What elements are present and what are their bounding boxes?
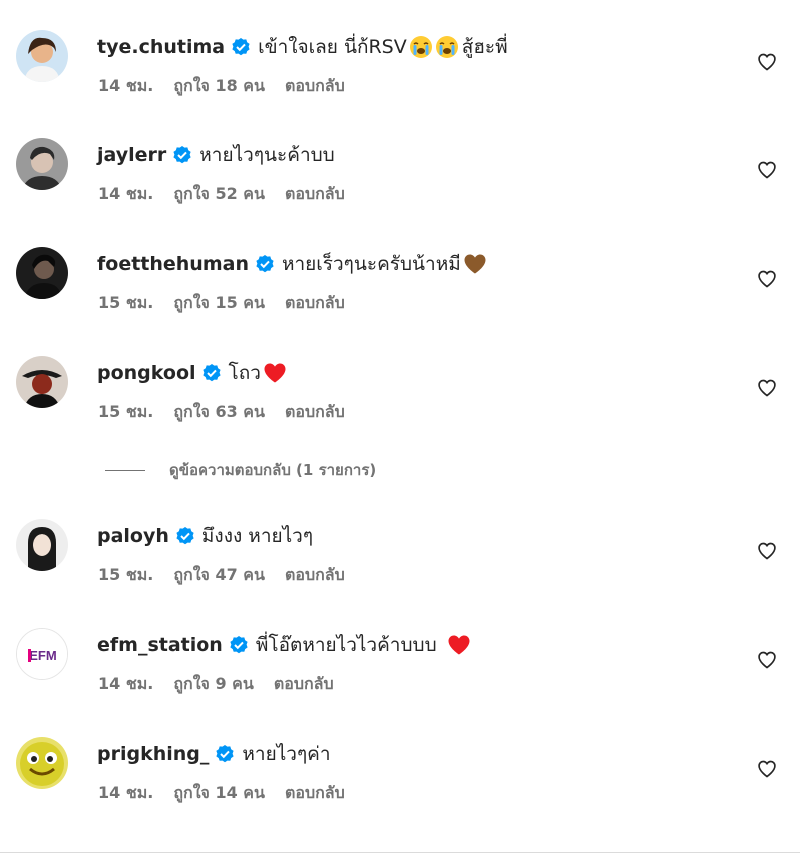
comment-meta: 14 ชม. ถูกใจ 18 คน ตอบกลับ (98, 74, 345, 99)
like-heart-icon[interactable] (757, 160, 777, 180)
comment-item: prigkhing_ หายไวๆค่า 14 ชม. ถูกใจ 14 คน … (0, 737, 800, 817)
verified-badge-icon (255, 254, 275, 274)
verified-badge-icon (202, 363, 222, 383)
comment-text: โถว (228, 362, 261, 384)
comment-text: หายไวๆค่า (242, 743, 331, 765)
comment-text: มึงงง หายไวๆ (201, 525, 314, 547)
comment-text: พี่โอ๊ตหายไวไวค้าบบบ (255, 634, 437, 656)
view-replies-line (105, 469, 145, 471)
comment-meta: 15 ชม. ถูกใจ 15 คน ตอบกลับ (98, 291, 345, 316)
comment-username[interactable]: tye.chutima (97, 32, 225, 62)
efm-logo-text: EFM (29, 648, 56, 663)
loudly-crying-face-emoji (409, 35, 433, 59)
comment-username[interactable]: paloyh (97, 521, 169, 551)
like-heart-icon[interactable] (757, 650, 777, 670)
comment-time[interactable]: 14 ชม. (98, 74, 153, 99)
comment-username[interactable]: jaylerr (97, 140, 166, 170)
comment-item: EFM efm_station พี่โอ๊ตหายไวไวค้าบบบ 14 … (0, 628, 800, 708)
brown-heart-emoji (463, 252, 487, 276)
comment-likes[interactable]: ถูกใจ 15 คน (173, 291, 265, 316)
comment-username[interactable]: efm_station (97, 630, 223, 660)
avatar[interactable] (16, 519, 68, 571)
comment-meta: 15 ชม. ถูกใจ 63 คน ตอบกลับ (98, 400, 345, 425)
view-replies-label: ดูข้อความตอบกลับ (1 รายการ) (169, 461, 377, 479)
comment-item: foetthehuman หายเร็วๆนะครับน้าหมี 15 ชม.… (0, 247, 800, 327)
comment-item: jaylerr หายไวๆนะค้าบบ 14 ชม. ถูกใจ 52 คน… (0, 138, 800, 218)
red-heart-emoji (447, 633, 471, 657)
comment-text: หายไวๆนะค้าบบ (199, 144, 335, 166)
reply-button[interactable]: ตอบกลับ (285, 400, 345, 425)
bottom-divider (0, 852, 800, 853)
comment-text-after: สู้ฮะพี่ (461, 36, 508, 58)
comment-body: tye.chutima เข้าใจเลย นี่ก้RSV สู้ฮะพี่ (97, 32, 508, 62)
reply-button[interactable]: ตอบกลับ (285, 563, 345, 588)
comment-time[interactable]: 14 ชม. (98, 672, 153, 697)
loudly-crying-face-emoji (435, 35, 459, 59)
reply-button[interactable]: ตอบกลับ (285, 74, 345, 99)
avatar[interactable]: EFM (16, 628, 68, 680)
comment-username[interactable]: pongkool (97, 358, 196, 388)
comment-item: paloyh มึงงง หายไวๆ 15 ชม. ถูกใจ 47 คน ต… (0, 519, 800, 599)
comment-item: tye.chutima เข้าใจเลย นี่ก้RSV สู้ฮะพี่ … (0, 30, 800, 110)
comment-time[interactable]: 15 ชม. (98, 563, 153, 588)
comment-time[interactable]: 15 ชม. (98, 400, 153, 425)
verified-badge-icon (231, 37, 251, 57)
comment-likes[interactable]: ถูกใจ 9 คน (173, 672, 253, 697)
comment-username[interactable]: foetthehuman (97, 249, 249, 279)
comment-body: pongkool โถว (97, 358, 287, 388)
avatar[interactable] (16, 356, 68, 408)
comment-meta: 14 ชม. ถูกใจ 52 คน ตอบกลับ (98, 182, 345, 207)
reply-button[interactable]: ตอบกลับ (285, 182, 345, 207)
avatar[interactable] (16, 30, 68, 82)
reply-button[interactable]: ตอบกลับ (285, 781, 345, 806)
comment-body: prigkhing_ หายไวๆค่า (97, 739, 331, 769)
verified-badge-icon (172, 145, 192, 165)
view-replies-button[interactable]: ดูข้อความตอบกลับ (1 รายการ) (105, 458, 376, 482)
avatar[interactable] (16, 737, 68, 789)
avatar[interactable] (16, 247, 68, 299)
comment-time[interactable]: 14 ชม. (98, 182, 153, 207)
comment-body: paloyh มึงงง หายไวๆ (97, 521, 313, 551)
comment-time[interactable]: 15 ชม. (98, 291, 153, 316)
like-heart-icon[interactable] (757, 541, 777, 561)
comment-time[interactable]: 14 ชม. (98, 781, 153, 806)
comment-meta: 15 ชม. ถูกใจ 47 คน ตอบกลับ (98, 563, 345, 588)
comment-meta: 14 ชม. ถูกใจ 9 คน ตอบกลับ (98, 672, 334, 697)
comment-body: jaylerr หายไวๆนะค้าบบ (97, 140, 335, 170)
verified-badge-icon (229, 635, 249, 655)
comment-text: เข้าใจเลย นี่ก้RSV (258, 36, 407, 58)
like-heart-icon[interactable] (757, 759, 777, 779)
verified-badge-icon (215, 744, 235, 764)
comment-body: efm_station พี่โอ๊ตหายไวไวค้าบบบ (97, 630, 471, 660)
like-heart-icon[interactable] (757, 269, 777, 289)
comment-likes[interactable]: ถูกใจ 52 คน (173, 182, 265, 207)
comment-body: foetthehuman หายเร็วๆนะครับน้าหมี (97, 249, 487, 279)
comment-likes[interactable]: ถูกใจ 47 คน (173, 563, 265, 588)
reply-button[interactable]: ตอบกลับ (285, 291, 345, 316)
comment-text: หายเร็วๆนะครับน้าหมี (281, 253, 461, 275)
comment-meta: 14 ชม. ถูกใจ 14 คน ตอบกลับ (98, 781, 345, 806)
comment-likes[interactable]: ถูกใจ 14 คน (173, 781, 265, 806)
avatar[interactable] (16, 138, 68, 190)
verified-badge-icon (175, 526, 195, 546)
comment-username[interactable]: prigkhing_ (97, 739, 209, 769)
comment-likes[interactable]: ถูกใจ 63 คน (173, 400, 265, 425)
red-heart-emoji (263, 361, 287, 385)
like-heart-icon[interactable] (757, 378, 777, 398)
like-heart-icon[interactable] (757, 52, 777, 72)
reply-button[interactable]: ตอบกลับ (274, 672, 334, 697)
comment-likes[interactable]: ถูกใจ 18 คน (173, 74, 265, 99)
comment-item: pongkool โถว 15 ชม. ถูกใจ 63 คน ตอบกลับ (0, 356, 800, 436)
